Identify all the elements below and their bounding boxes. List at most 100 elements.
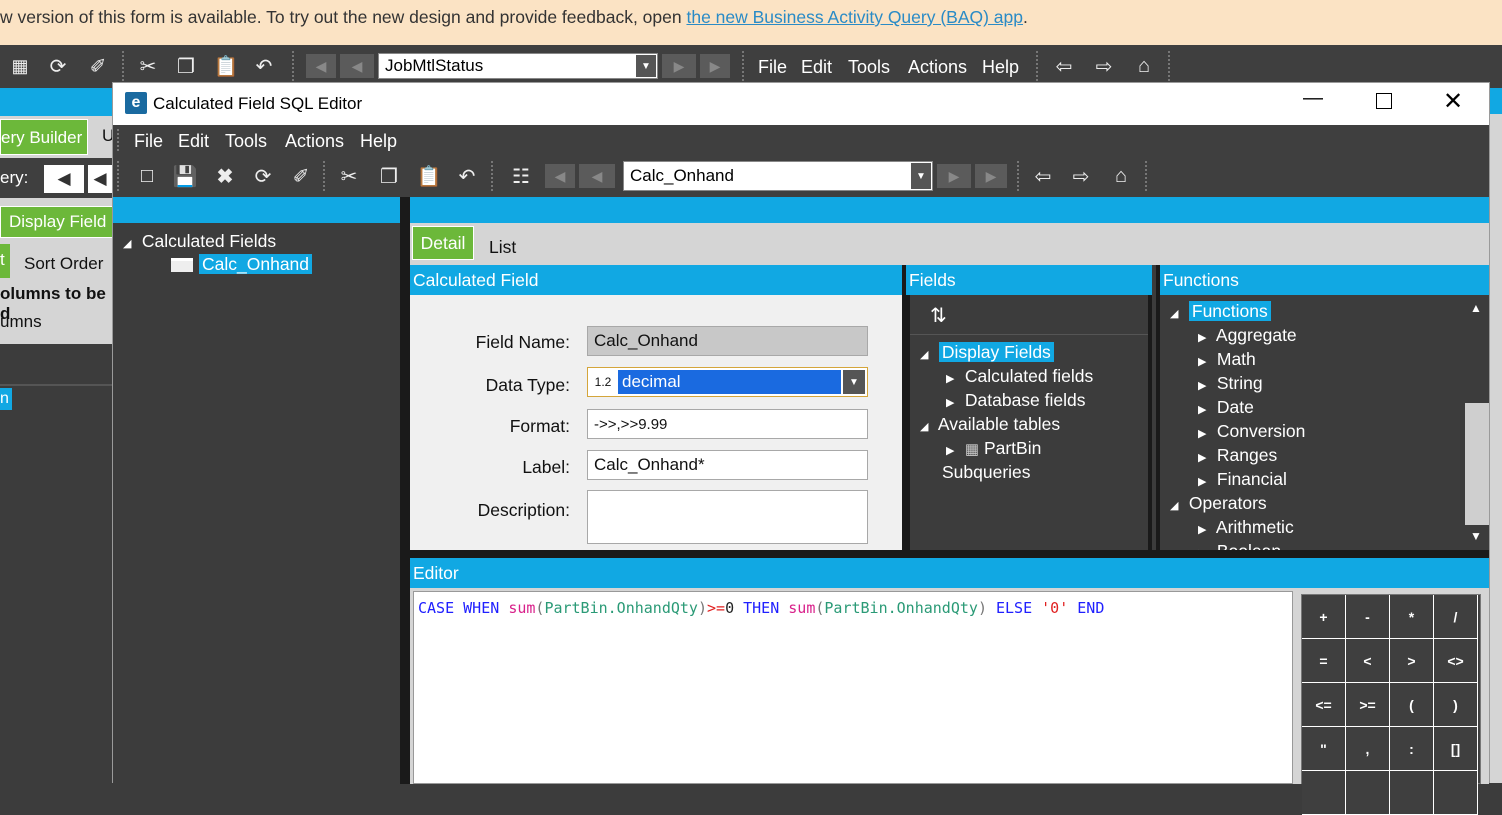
tree-arithmetic[interactable]: ▶ Arithmetic [1198,517,1294,538]
close-icon[interactable]: ✕ [1443,87,1463,116]
tab-query-builder[interactable]: ery Builder [0,119,88,155]
keypad-button[interactable]: = [1302,639,1346,683]
collapsed-triangle-icon[interactable]: ▶ [1198,427,1212,440]
paste-icon[interactable]: 📋 [212,53,240,79]
scroll-up-icon[interactable]: ▲ [1470,301,1482,315]
dlg-menu-actions[interactable]: Actions [285,131,344,152]
menu-file[interactable]: File [758,57,787,78]
keypad-button[interactable]: : [1390,727,1434,771]
label-field[interactable]: Calc_Onhand* [587,450,868,480]
save-icon[interactable]: 💾 [171,163,199,189]
tree-available-tables[interactable]: ◢ Available tables [920,414,1060,435]
cut-icon[interactable]: ✂ [134,53,162,79]
menu-edit[interactable]: Edit [801,57,832,78]
home-icon[interactable]: ⌂ [1130,53,1158,79]
last-record-icon[interactable]: ▶ [700,54,730,78]
keypad-button[interactable] [1390,771,1434,815]
first-record-icon[interactable]: ◀ [545,164,575,188]
tab-list[interactable]: List [489,237,516,258]
dlg-menu-help[interactable]: Help [360,131,397,152]
query-combo[interactable]: JobMtlStatus ▼ [378,53,658,79]
maximize-icon[interactable] [1376,93,1392,109]
tree-conversion[interactable]: ▶ Conversion [1198,421,1305,442]
tree-date[interactable]: ▶ Date [1198,397,1254,418]
clear-icon[interactable]: ✐ [287,163,315,189]
tree-functions[interactable]: ◢ Functions [1170,301,1271,322]
expanded-triangle-icon[interactable]: ◢ [920,420,934,433]
chevron-down-icon[interactable]: ▼ [636,55,656,77]
expanded-triangle-icon[interactable]: ◢ [1170,307,1184,320]
tree-financial[interactable]: ▶ Financial [1198,469,1287,490]
keypad-button[interactable]: <= [1302,683,1346,727]
copy-icon[interactable]: ❐ [172,53,200,79]
keypad-button[interactable] [1346,771,1390,815]
baq-app-link[interactable]: the new Business Activity Query (BAQ) ap… [686,7,1023,27]
tree-root[interactable]: ◢ Calculated Fields [123,231,276,252]
sort-az-icon[interactable]: ⇅ [930,303,947,328]
data-type-select[interactable]: 1.2 decimal ▼ [587,367,868,397]
menu-help[interactable]: Help [982,57,1019,78]
tab-detail[interactable]: Detail [412,226,474,260]
tab-sort-order[interactable]: Sort Order [24,254,103,274]
format-field[interactable]: ->>,>>9.99 [587,409,868,439]
sql-editor[interactable]: CASE WHEN sum(PartBin.OnhandQty)>=0 THEN… [413,591,1293,784]
prev-record-icon[interactable]: ◀ [340,54,374,78]
menu-actions[interactable]: Actions [908,57,967,78]
menu-tools[interactable]: Tools [848,57,890,78]
new-icon[interactable]: □ [133,163,161,189]
last-record-icon[interactable]: ▶ [975,164,1007,188]
collapsed-triangle-icon[interactable]: ▶ [1198,379,1212,392]
collapsed-triangle-icon[interactable]: ▶ [1198,523,1212,536]
description-field[interactable] [587,490,868,544]
dlg-menu-file[interactable]: File [134,131,163,152]
tree-ranges[interactable]: ▶ Ranges [1198,445,1277,466]
refresh-icon[interactable]: ⟳ [249,163,277,189]
tree-calculated-fields[interactable]: ▶ Calculated fields [946,366,1093,387]
back-icon[interactable]: ⇦ [1029,163,1057,189]
keypad-button[interactable]: ( [1390,683,1434,727]
keypad-button[interactable]: + [1302,595,1346,639]
next-record-icon[interactable]: ▶ [662,54,696,78]
delete-icon[interactable]: ✖ [211,163,239,189]
keypad-button[interactable]: < [1346,639,1390,683]
back-icon[interactable]: ⇦ [1050,53,1078,79]
keypad-button[interactable]: <> [1434,639,1478,683]
keypad-button[interactable]: ) [1434,683,1478,727]
minimize-icon[interactable]: — [1303,87,1323,110]
collapsed-triangle-icon[interactable]: ▶ [946,444,960,457]
tab-t[interactable]: t [0,244,10,278]
collapsed-triangle-icon[interactable]: ▶ [1198,451,1212,464]
scroll-down-icon[interactable]: ▼ [1470,529,1482,543]
expanded-triangle-icon[interactable]: ◢ [920,348,934,361]
paste-icon[interactable]: 📋 [415,163,443,189]
delete-icon[interactable]: ▦ [6,53,34,79]
tree-item-calc-onhand[interactable]: Calc_Onhand [171,254,313,275]
keypad-button[interactable] [1302,771,1346,815]
first-record-icon[interactable]: ◀ [306,54,336,78]
prev-record-icon[interactable]: ◀ [579,164,615,188]
keypad-button[interactable]: / [1434,595,1478,639]
chevron-down-icon[interactable]: ▼ [843,370,865,394]
dlg-menu-edit[interactable]: Edit [178,131,209,152]
keypad-button[interactable]: , [1346,727,1390,771]
prev-query-icon[interactable]: ◀ [88,165,112,193]
collapsed-triangle-icon[interactable]: ▶ [1198,331,1212,344]
collapsed-triangle-icon[interactable]: ▶ [946,372,960,385]
search-icon[interactable]: ☷ [507,163,535,189]
collapsed-triangle-icon[interactable]: ▶ [1198,475,1212,488]
keypad-button[interactable]: [] [1434,727,1478,771]
expanded-triangle-icon[interactable]: ◢ [123,237,137,250]
splitter[interactable] [400,197,410,784]
tree-math[interactable]: ▶ Math [1198,349,1256,370]
chevron-down-icon[interactable]: ▼ [911,163,931,189]
forward-icon[interactable]: ⇨ [1067,163,1095,189]
tree-operators[interactable]: ◢ Operators [1170,493,1267,514]
keypad-button[interactable]: >= [1346,683,1390,727]
keypad-button[interactable] [1434,771,1478,815]
scrollbar-thumb[interactable] [1465,403,1489,525]
first-query-icon[interactable]: ◀ [44,165,84,193]
collapsed-triangle-icon[interactable]: ▶ [1198,403,1212,416]
selected-item[interactable]: n [0,388,12,410]
forward-icon[interactable]: ⇨ [1090,53,1118,79]
tree-partbin[interactable]: ▶ ▦ PartBin [946,438,1041,459]
